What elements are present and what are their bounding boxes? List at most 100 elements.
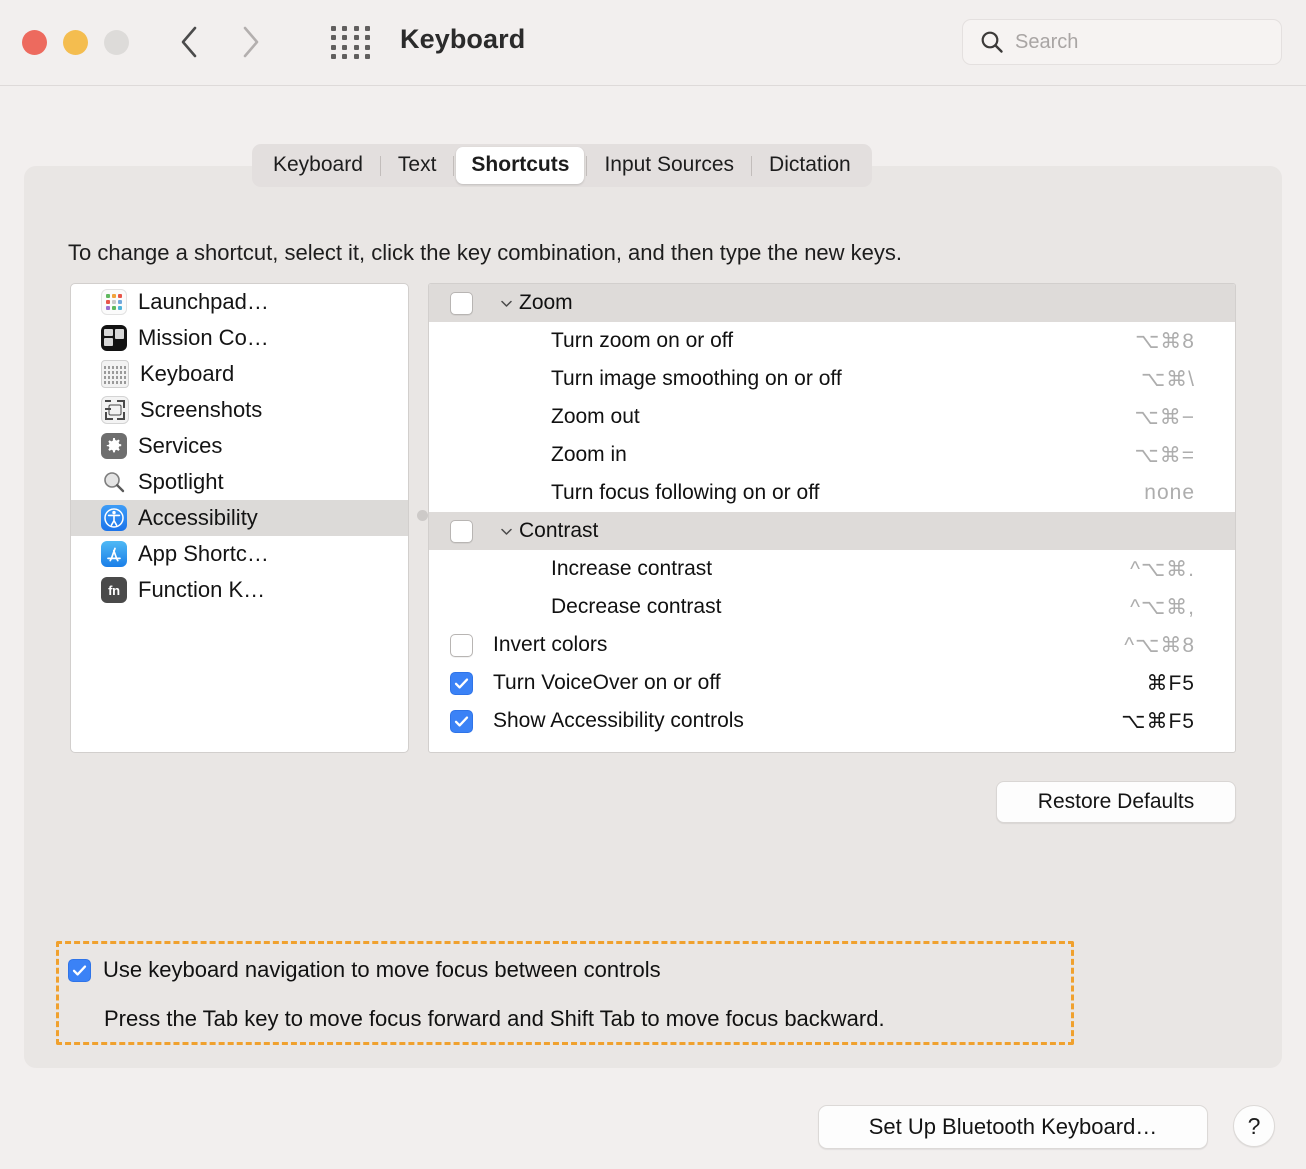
tab-keyboard[interactable]: Keyboard: [258, 147, 378, 183]
sidebar-item-label: Spotlight: [138, 469, 224, 495]
preference-tabs: KeyboardTextShortcutsInput SourcesDictat…: [252, 144, 872, 187]
shortcut-label: Zoom in: [551, 443, 627, 467]
close-button[interactable]: [22, 30, 47, 55]
shortcut-category-list[interactable]: Launchpad… Mission Co… Keyboard Screenshots…: [70, 283, 409, 753]
services-gear-icon: [101, 433, 127, 459]
page-title: Keyboard: [400, 24, 525, 55]
shortcut-checkbox[interactable]: [450, 710, 473, 733]
mission-control-icon: [101, 325, 127, 351]
tab-separator: [380, 156, 381, 176]
show-all-icon[interactable]: [331, 26, 373, 60]
restore-defaults-button[interactable]: Restore Defaults: [996, 781, 1236, 823]
shortcut-keys[interactable]: ^⌥⌘.: [1130, 557, 1195, 582]
shortcut-row[interactable]: Invert colors ^⌥⌘8: [429, 626, 1235, 664]
shortcut-items-list[interactable]: Zoom Turn zoom on or off ⌥⌘8 Turn image smo…: [428, 283, 1236, 753]
tab-text[interactable]: Text: [383, 147, 452, 183]
shortcut-label: Invert colors: [493, 633, 607, 657]
shortcut-checkbox[interactable]: [450, 292, 473, 315]
sidebar-item-label: Mission Co…: [138, 325, 269, 351]
shortcut-label: Zoom out: [551, 405, 640, 429]
checkbox-cell: [429, 520, 493, 543]
search-field[interactable]: [962, 19, 1282, 65]
keyboard-navigation-row[interactable]: Use keyboard navigation to move focus be…: [68, 957, 661, 983]
shortcut-label: Contrast: [519, 519, 598, 543]
checkbox-cell: [429, 634, 493, 657]
sidebar-item-label: Launchpad…: [138, 289, 269, 315]
sidebar-item-screenshots[interactable]: Screenshots: [71, 392, 408, 428]
split-handle[interactable]: [417, 510, 428, 521]
sidebar-item-label: Keyboard: [140, 361, 234, 387]
shortcut-group-row[interactable]: Zoom: [429, 284, 1235, 322]
instructions-text: To change a shortcut, select it, click t…: [68, 240, 902, 266]
shortcut-label: Turn VoiceOver on or off: [493, 671, 721, 695]
tab-separator: [453, 156, 454, 176]
setup-bluetooth-keyboard-button[interactable]: Set Up Bluetooth Keyboard…: [818, 1105, 1208, 1149]
tab-separator: [751, 156, 752, 176]
shortcut-row[interactable]: Zoom out ⌥⌘−: [429, 398, 1235, 436]
window-titlebar: Keyboard: [0, 0, 1306, 86]
sidebar-item-mission-co[interactable]: Mission Co…: [71, 320, 408, 356]
back-chevron-icon[interactable]: [172, 18, 206, 66]
checkbox-cell: [429, 710, 493, 733]
zoom-button[interactable]: [104, 30, 129, 55]
minimize-button[interactable]: [63, 30, 88, 55]
app-shortcuts-icon: [101, 541, 127, 567]
spotlight-icon: [101, 469, 127, 495]
chevron-down-icon[interactable]: [493, 296, 519, 311]
search-input[interactable]: [1015, 31, 1245, 54]
shortcut-label: Show Accessibility controls: [493, 709, 744, 733]
shortcut-keys[interactable]: ⌥⌘\: [1141, 367, 1195, 392]
shortcut-label: Zoom: [519, 291, 573, 315]
shortcut-keys[interactable]: ⌥⌘8: [1135, 329, 1195, 354]
checkbox-cell: [429, 672, 493, 695]
shortcut-keys[interactable]: ^⌥⌘8: [1124, 633, 1195, 658]
shortcut-row[interactable]: Turn zoom on or off ⌥⌘8: [429, 322, 1235, 360]
shortcut-group-row[interactable]: Contrast: [429, 512, 1235, 550]
sidebar-item-label: Screenshots: [140, 397, 262, 423]
shortcut-checkbox[interactable]: [450, 634, 473, 657]
sidebar-item-label: Services: [138, 433, 222, 459]
sidebar-item-keyboard[interactable]: Keyboard: [71, 356, 408, 392]
shortcut-label: Turn image smoothing on or off: [551, 367, 842, 391]
function-keys-icon: fn: [101, 577, 127, 603]
launchpad-icon: [101, 289, 127, 315]
keyboard-navigation-checkbox[interactable]: [68, 959, 91, 982]
shortcut-row[interactable]: Turn focus following on or offnone: [429, 474, 1235, 512]
shortcuts-panel: To change a shortcut, select it, click t…: [24, 166, 1282, 1068]
shortcut-row[interactable]: Decrease contrast ^⌥⌘,: [429, 588, 1235, 626]
shortcut-row[interactable]: Turn image smoothing on or off ⌥⌘\: [429, 360, 1235, 398]
tab-input-sources[interactable]: Input Sources: [589, 147, 749, 183]
sidebar-item-services[interactable]: Services: [71, 428, 408, 464]
shortcut-row[interactable]: Zoom in ⌥⌘=: [429, 436, 1235, 474]
shortcut-keys[interactable]: none: [1144, 481, 1195, 505]
shortcut-keys[interactable]: ⌥⌘F5: [1121, 709, 1195, 734]
shortcut-label: Decrease contrast: [551, 595, 721, 619]
shortcut-label: Turn zoom on or off: [551, 329, 733, 353]
sidebar-item-spotlight[interactable]: Spotlight: [71, 464, 408, 500]
shortcut-keys[interactable]: ⌘F5: [1146, 671, 1195, 696]
shortcut-row[interactable]: Increase contrast ^⌥⌘.: [429, 550, 1235, 588]
shortcut-keys[interactable]: ^⌥⌘,: [1130, 595, 1195, 620]
shortcut-keys[interactable]: ⌥⌘−: [1135, 405, 1195, 430]
navigation-buttons: [172, 18, 268, 66]
tab-dictation[interactable]: Dictation: [754, 147, 866, 183]
keyboard-icon: [101, 360, 129, 388]
sidebar-item-launchpad[interactable]: Launchpad…: [71, 284, 408, 320]
sidebar-item-app-shortc[interactable]: App Shortc…: [71, 536, 408, 572]
sidebar-item-label: App Shortc…: [138, 541, 269, 567]
sidebar-item-function-k[interactable]: fn Function K…: [71, 572, 408, 608]
tab-separator: [586, 156, 587, 176]
shortcut-checkbox[interactable]: [450, 520, 473, 543]
tab-shortcuts[interactable]: Shortcuts: [456, 147, 584, 183]
shortcut-row[interactable]: Turn VoiceOver on or off ⌘F5: [429, 664, 1235, 702]
shortcut-label: Increase contrast: [551, 557, 712, 581]
shortcut-row[interactable]: Show Accessibility controls ⌥⌘F5: [429, 702, 1235, 740]
forward-chevron-icon[interactable]: [234, 18, 268, 66]
help-button[interactable]: ?: [1233, 1105, 1275, 1147]
shortcut-keys[interactable]: ⌥⌘=: [1135, 443, 1195, 468]
checkbox-cell: [429, 292, 493, 315]
shortcut-checkbox[interactable]: [450, 672, 473, 695]
chevron-down-icon[interactable]: [493, 524, 519, 539]
sidebar-item-label: Function K…: [138, 577, 265, 603]
sidebar-item-accessibility[interactable]: Accessibility: [71, 500, 408, 536]
